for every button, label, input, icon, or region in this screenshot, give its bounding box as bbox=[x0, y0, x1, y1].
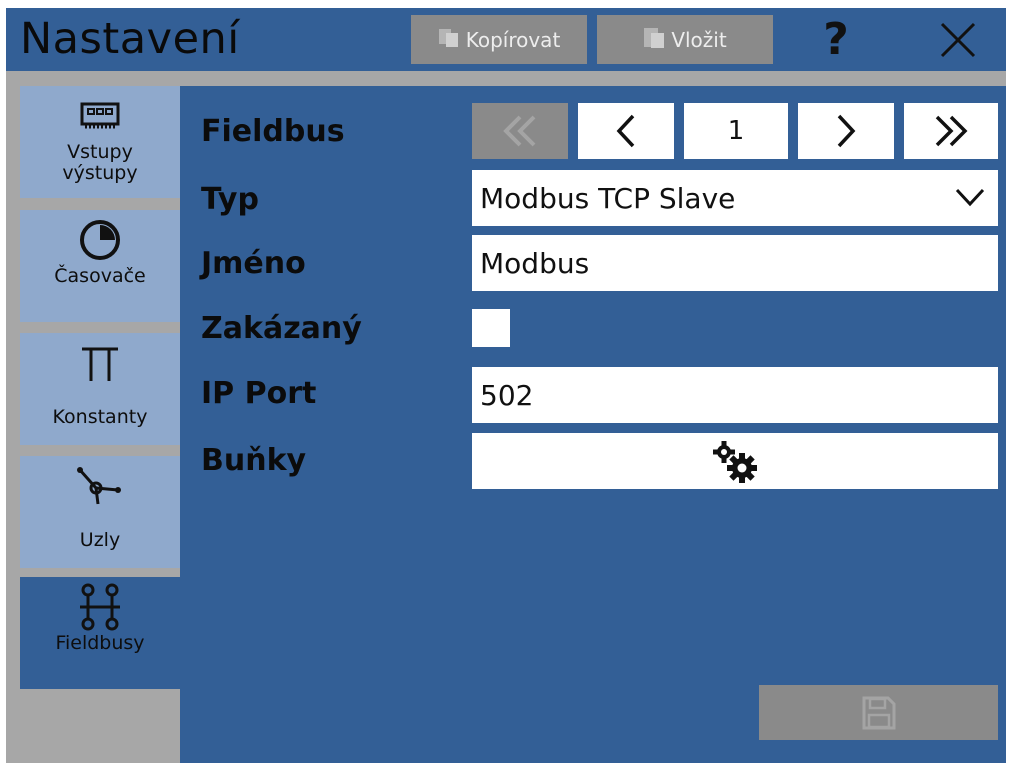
copy-label: Kopírovat bbox=[465, 27, 561, 52]
chevron-down-icon bbox=[955, 188, 985, 207]
ip-port-input[interactable]: 502 bbox=[472, 367, 998, 423]
page-title: Nastavení bbox=[20, 14, 240, 64]
sidebar-item-constants[interactable]: Konstanty bbox=[20, 333, 180, 445]
timer-icon bbox=[78, 214, 122, 266]
copy-button[interactable]: Kopírovat bbox=[411, 15, 587, 64]
first-page-button[interactable] bbox=[472, 103, 568, 159]
name-input[interactable]: Modbus bbox=[472, 235, 998, 291]
save-icon bbox=[862, 696, 895, 729]
fieldbus-settings-panel: Fieldbus 1 Typ Modbus TCP Slave Jméno Mo… bbox=[180, 86, 1006, 763]
page-number-value: 1 bbox=[727, 116, 745, 146]
save-button[interactable] bbox=[759, 685, 998, 740]
sidebar-item-label: Časovače bbox=[54, 265, 146, 287]
disabled-label: Zakázaný bbox=[201, 311, 362, 346]
help-button[interactable]: ? bbox=[791, 14, 881, 65]
double-chevron-left-icon bbox=[503, 115, 536, 147]
settings-window: Nastavení Kopírovat Vložit ? Vstupy výst… bbox=[6, 8, 1006, 763]
sidebar-item-io[interactable]: Vstupy výstupy bbox=[20, 86, 180, 198]
sidebar-item-label: Vstupy výstupy bbox=[62, 141, 138, 184]
chevron-left-icon bbox=[616, 114, 635, 148]
close-icon bbox=[940, 22, 976, 57]
disabled-checkbox[interactable] bbox=[472, 309, 510, 347]
fieldbus-icon bbox=[76, 581, 124, 633]
cells-label: Buňky bbox=[201, 443, 307, 478]
double-chevron-right-icon bbox=[935, 115, 968, 147]
type-value: Modbus TCP Slave bbox=[480, 181, 736, 215]
fieldbus-label: Fieldbus bbox=[201, 114, 345, 149]
close-button[interactable] bbox=[918, 15, 998, 64]
name-label: Jméno bbox=[201, 246, 306, 281]
pi-icon bbox=[80, 337, 120, 389]
gears-icon bbox=[713, 441, 757, 483]
paste-label: Vložit bbox=[671, 27, 727, 52]
sidebar-item-label: Konstanty bbox=[52, 406, 148, 428]
sidebar-item-timers[interactable]: Časovače bbox=[20, 210, 180, 322]
header-bar: Nastavení Kopírovat Vložit ? bbox=[6, 8, 1006, 71]
chevron-right-icon bbox=[837, 114, 856, 148]
page-number: 1 bbox=[684, 103, 788, 159]
io-board-icon bbox=[79, 90, 121, 142]
sidebar-item-label: Uzly bbox=[79, 529, 121, 551]
sidebar-item-nodes[interactable]: Uzly bbox=[20, 456, 180, 568]
ip-port-label: IP Port bbox=[201, 376, 317, 411]
type-label: Typ bbox=[201, 182, 259, 217]
node-icon bbox=[74, 460, 126, 512]
last-page-button[interactable] bbox=[904, 103, 998, 159]
paste-button[interactable]: Vložit bbox=[597, 15, 773, 64]
paste-icon bbox=[643, 25, 665, 54]
next-page-button[interactable] bbox=[798, 103, 894, 159]
sidebar-item-label: Fieldbusy bbox=[55, 632, 145, 654]
type-select[interactable]: Modbus TCP Slave bbox=[472, 170, 998, 226]
cells-settings-button[interactable] bbox=[472, 433, 998, 489]
copy-icon bbox=[438, 26, 460, 53]
previous-page-button[interactable] bbox=[578, 103, 674, 159]
sidebar-item-fieldbuses[interactable]: Fieldbusy bbox=[20, 577, 180, 689]
